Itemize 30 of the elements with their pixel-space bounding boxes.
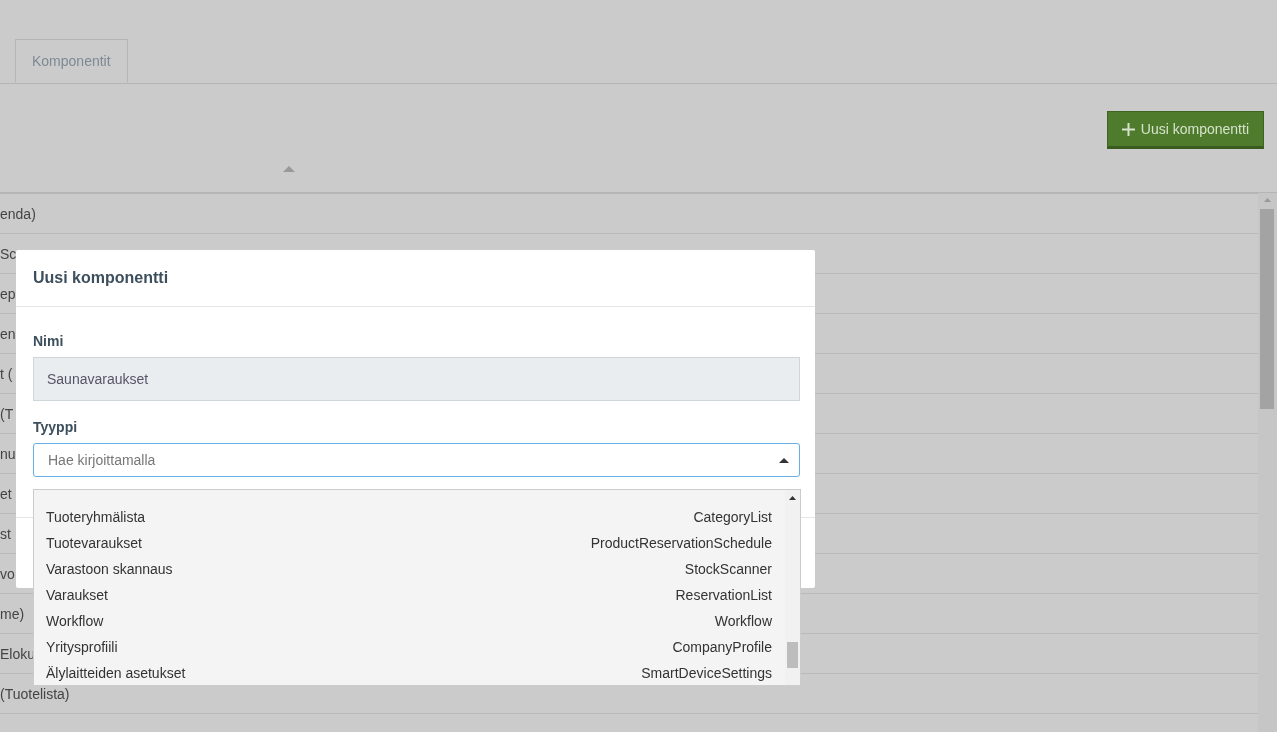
table-cell: st	[0, 525, 11, 542]
dropdown-option[interactable]: Varastoon skannaus StockScanner	[34, 556, 785, 582]
type-select[interactable]: Hae kirjoittamalla	[33, 443, 800, 477]
field-label: Tyyppi	[33, 419, 79, 435]
table-cell: (Tuotelista)	[0, 685, 70, 702]
dropdown-option[interactable]: Tuoteryhmälista CategoryList	[34, 504, 785, 530]
dropdown-option[interactable]: Tuotevaraukset ProductReservationSchedule	[34, 530, 785, 556]
table-cell: et	[0, 485, 12, 502]
table-cell: me)	[0, 605, 25, 622]
dropdown-option[interactable]: Yritysprofiili CompanyProfile	[34, 634, 785, 660]
table-cell: en	[0, 325, 16, 342]
scrollbar[interactable]	[1258, 193, 1277, 732]
table-cell: t (	[0, 365, 13, 382]
dropdown-option[interactable]: Älylaitteiden asetukset SmartDeviceSettings	[34, 660, 785, 685]
dropdown-option[interactable]: Workflow Workflow	[34, 608, 785, 634]
dialog-title: Uusi komponentti	[33, 269, 169, 287]
new-component-button[interactable]: Uusi komponentti	[1106, 111, 1264, 149]
scrollbar-thumb[interactable]	[787, 642, 798, 668]
plus-icon	[1121, 122, 1135, 136]
scrollbar-thumb[interactable]	[1260, 209, 1274, 409]
field-label: Nimi	[33, 333, 65, 349]
dropdown-option[interactable]: Varaukset ReservationList	[34, 582, 785, 608]
sort-caret-icon[interactable]	[283, 166, 295, 172]
table-cell: Sc	[0, 245, 17, 262]
table-cell: ep	[0, 285, 16, 302]
table-cell: enda)	[0, 205, 36, 222]
table-cell: (T	[0, 405, 14, 422]
table-cell: nu	[0, 445, 16, 462]
table-cell: vo	[0, 565, 15, 582]
caret-icon	[779, 457, 789, 463]
